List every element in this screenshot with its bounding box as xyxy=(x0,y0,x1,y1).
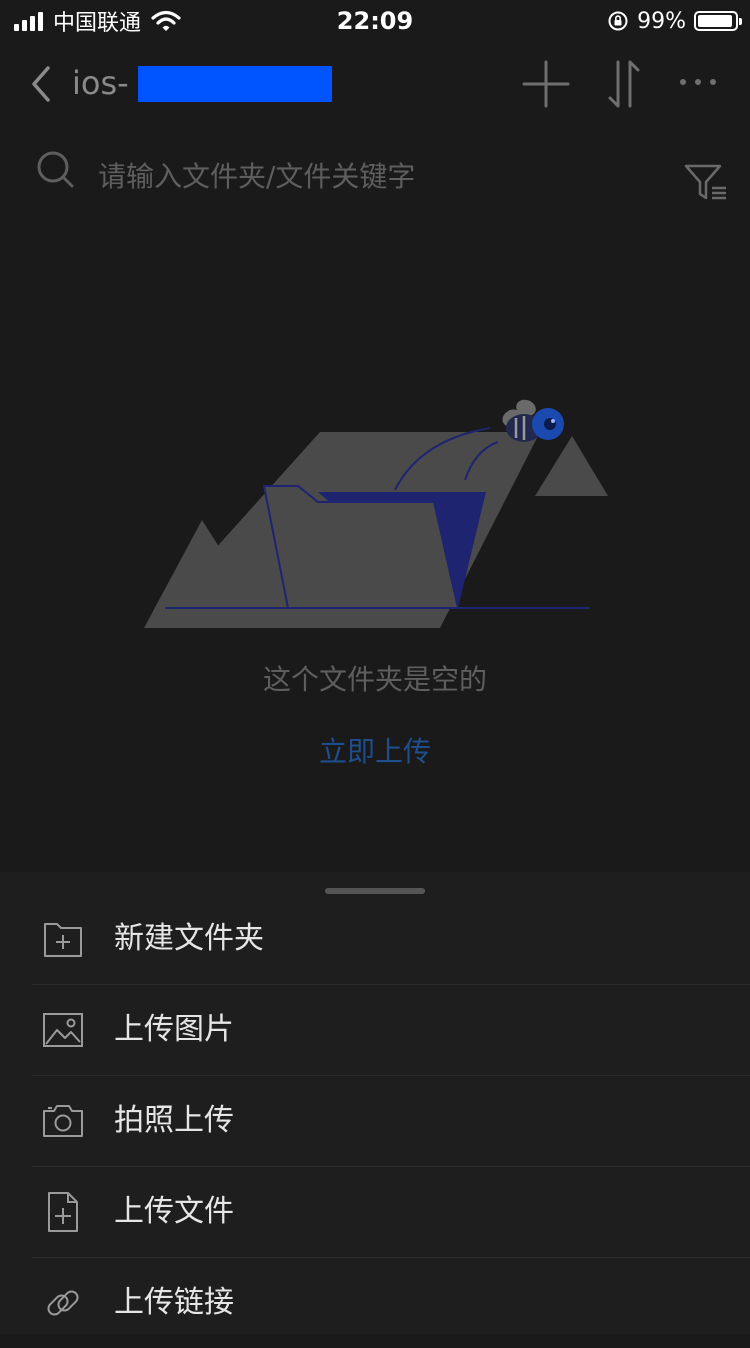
camera-icon xyxy=(43,1105,83,1137)
empty-folder-message: 这个文件夹是空的 xyxy=(262,663,487,696)
search-icon xyxy=(37,151,74,188)
folder-title: ios- xyxy=(72,64,129,102)
image-icon xyxy=(43,1013,83,1047)
menu-item-label: 新建文件夹 xyxy=(114,921,264,956)
menu-item-label: 上传链接 xyxy=(114,1285,234,1320)
redacted-folder-name xyxy=(138,66,332,102)
back-icon[interactable] xyxy=(28,62,58,106)
menu-item-upload-link[interactable]: 上传链接 xyxy=(32,1258,750,1348)
battery-percent: 99% xyxy=(637,8,686,34)
search-bar xyxy=(0,140,750,220)
status-bar: 中国联通 22:09 99% xyxy=(0,0,750,42)
navigation-bar: ios- xyxy=(0,50,750,120)
file-add-icon xyxy=(48,1192,78,1232)
action-menu: 新建文件夹 上传图片 拍照上传 上传文件 上传链接 xyxy=(0,894,750,1348)
menu-item-take-photo[interactable]: 拍照上传 xyxy=(32,1076,750,1167)
orientation-lock-icon xyxy=(608,11,628,31)
sort-icon[interactable] xyxy=(604,58,644,110)
action-sheet: 新建文件夹 上传图片 拍照上传 上传文件 上传链接 xyxy=(0,872,750,1334)
more-icon[interactable] xyxy=(678,72,718,92)
search-input[interactable] xyxy=(98,154,598,198)
menu-item-label: 上传图片 xyxy=(114,1012,234,1047)
add-icon[interactable] xyxy=(522,60,570,108)
upload-now-link[interactable]: 立即上传 xyxy=(0,730,750,770)
menu-item-new-folder[interactable]: 新建文件夹 xyxy=(32,894,750,985)
menu-item-upload-file[interactable]: 上传文件 xyxy=(32,1167,750,1258)
empty-folder-illustration xyxy=(144,399,608,628)
new-folder-icon xyxy=(44,923,82,957)
menu-item-upload-image[interactable]: 上传图片 xyxy=(32,985,750,1076)
menu-item-label: 上传文件 xyxy=(114,1194,234,1229)
battery-icon xyxy=(694,11,742,31)
filter-icon[interactable] xyxy=(684,162,728,202)
link-icon xyxy=(47,1290,79,1316)
menu-item-label: 拍照上传 xyxy=(114,1103,234,1138)
